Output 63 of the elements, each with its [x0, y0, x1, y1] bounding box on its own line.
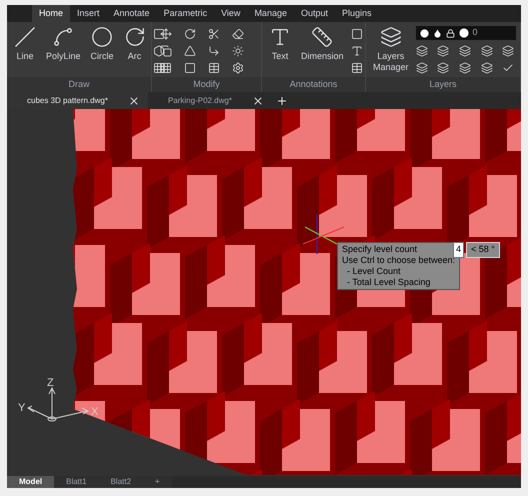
ribbon-tool-button[interactable]: Circle: [88, 26, 117, 62]
droplet-icon: [432, 28, 442, 38]
layer-tool-icon[interactable]: [480, 45, 493, 57]
ribbon-tool-button[interactable]: Line: [11, 26, 39, 62]
level-count-input[interactable]: 4: [453, 242, 464, 258]
add-tab-icon[interactable]: [276, 94, 288, 106]
lock-icon: [446, 28, 455, 38]
circle-icon: [91, 26, 114, 48]
color-swatch-icon: [458, 28, 469, 38]
layout-tab[interactable]: +: [143, 476, 172, 488]
ribbon-tool-button[interactable]: Text: [266, 26, 294, 62]
check-icon[interactable]: [502, 62, 514, 74]
scissors-icon[interactable]: [208, 28, 220, 40]
layer-tool-icon[interactable]: [480, 62, 493, 74]
ribbon-tab[interactable]: Output: [294, 5, 335, 22]
ribbon-tab[interactable]: Annotate: [106, 5, 157, 22]
panel-title: Modify: [152, 76, 261, 92]
layer-dropdown[interactable]: 0: [416, 26, 516, 40]
line-icon: [14, 26, 36, 48]
ribbon-tool-button[interactable]: PolyLine: [43, 26, 84, 62]
layout-tab[interactable]: Blatt2: [98, 476, 144, 488]
close-icon[interactable]: [252, 94, 264, 106]
text-style-icon[interactable]: [350, 45, 363, 57]
angle-input[interactable]: < 58 °: [466, 242, 500, 258]
layer-tool-icon[interactable]: [437, 45, 450, 57]
text-icon: [269, 26, 291, 48]
panel-title: Draw: [7, 76, 151, 92]
ribbon-tab[interactable]: Home: [32, 5, 70, 22]
crosshair-cursor: [302, 214, 344, 254]
ribbon-tool-button[interactable]: Dimension: [298, 26, 347, 62]
layer-tool-icon[interactable]: [416, 45, 428, 57]
ribbon-tab[interactable]: Manage: [247, 5, 294, 22]
layer-tool-icon[interactable]: [502, 45, 514, 57]
ribbon-tab[interactable]: Insert: [70, 5, 107, 22]
layer-tool-icon[interactable]: [458, 62, 471, 74]
panel-title: Layers: [366, 76, 520, 92]
ribbon-tool-button[interactable]: Layers Manager: [370, 26, 412, 74]
close-icon[interactable]: [128, 94, 140, 106]
ribbon-tab[interactable]: View: [214, 5, 248, 22]
copy-icon[interactable]: [160, 45, 172, 57]
ribbon-tool-button[interactable]: Arc: [120, 26, 149, 62]
layer-name: 0: [472, 26, 478, 40]
table-icon[interactable]: [350, 62, 363, 74]
layers-icon: [380, 26, 402, 48]
drawing-canvas[interactable]: Z Y X Specify level count Use Ctrl to choose between: - Level Count - Total Level Spacing 4 < 58 °: [7, 109, 521, 476]
move-icon[interactable]: [160, 28, 172, 40]
gear-icon[interactable]: [232, 62, 244, 74]
ruler-icon: [311, 26, 334, 48]
rotate-icon[interactable]: [184, 28, 196, 40]
document-tab[interactable]: cubes 3D pattern.dwg*: [7, 92, 148, 109]
ribbon-tab[interactable]: Parametric: [156, 5, 214, 22]
polyline-icon: [52, 26, 74, 48]
layer-tool-icon[interactable]: [416, 62, 428, 74]
panel-title: Annotations: [262, 76, 365, 92]
eraser-icon[interactable]: [232, 28, 244, 40]
layer-tool-icon[interactable]: [458, 45, 471, 57]
layout-tab[interactable]: Blatt1: [54, 476, 99, 488]
layer-tool-icon[interactable]: [437, 62, 450, 74]
ribbon-tab[interactable]: Plugins: [335, 5, 379, 22]
ucs-axes-drawing: Z Y X: [18, 377, 98, 422]
array-icon[interactable]: [160, 62, 172, 74]
layout-tab[interactable]: Model: [7, 476, 54, 488]
polygon-icon[interactable]: [152, 45, 165, 57]
